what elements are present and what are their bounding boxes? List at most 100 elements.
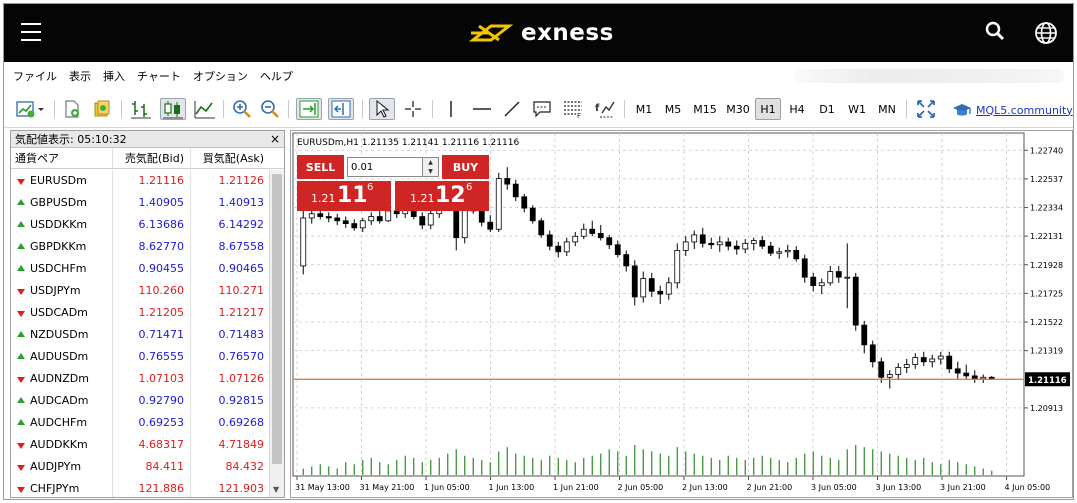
candle-body <box>351 223 358 229</box>
header-bid[interactable]: 売気配(Bid) <box>113 148 191 168</box>
candle-body <box>750 240 757 244</box>
candle-body <box>572 235 579 243</box>
close-icon[interactable]: × <box>270 131 280 148</box>
arrow-up-icon <box>17 265 25 271</box>
market-watch-row[interactable]: USDCADm 1.21205 1.21217 <box>11 302 271 324</box>
market-watch-row[interactable]: AUDNZDm 1.07103 1.07126 <box>11 368 271 390</box>
chevron-up-icon[interactable]: ▲ <box>423 158 438 167</box>
market-watch-row[interactable]: AUDDKKm 4.68317 4.71849 <box>11 434 271 456</box>
bar-chart-button[interactable] <box>128 98 154 120</box>
trendline-button[interactable] <box>500 98 524 120</box>
candlestick-chart-button[interactable] <box>160 98 186 120</box>
ask-cell: 4.71849 <box>218 438 265 451</box>
timeframe-m1[interactable]: M1 <box>631 98 657 120</box>
mql5-community-link[interactable]: MQL5.community <box>952 102 1073 118</box>
sell-price-button[interactable]: 1.21 11 6 <box>297 181 391 211</box>
timeframe-m30[interactable]: M30 <box>722 98 754 120</box>
candle-body <box>920 357 927 363</box>
market-watch-row[interactable]: USDJPYm 110.260 110.271 <box>11 280 271 302</box>
market-watch-row[interactable]: CHFJPYm 121.886 121.903 <box>11 478 271 497</box>
symbol-cell: GBPUSDm <box>11 192 113 214</box>
top-bar: exness <box>4 4 1073 62</box>
chart-shift-button[interactable] <box>328 98 354 120</box>
crosshair-tool-button[interactable] <box>400 98 426 120</box>
y-tick-label: 1.22537 <box>1030 175 1063 184</box>
bid-cell: 0.92790 <box>113 390 191 412</box>
brand-name: exness <box>521 20 614 46</box>
chevron-down-icon[interactable]: ▼ <box>423 167 438 176</box>
menu-options[interactable]: オプション <box>193 68 248 84</box>
market-watch-row[interactable]: AUDJPYm 84.411 84.432 <box>11 456 271 478</box>
menu-chart[interactable]: チャート <box>137 68 181 84</box>
hamburger-menu-icon[interactable] <box>21 23 41 41</box>
market-watch-row[interactable]: USDDKKm 6.13686 6.14292 <box>11 214 271 236</box>
market-watch-row[interactable]: EURUSDm 1.21116 1.21126 <box>11 170 271 192</box>
indicators-button[interactable]: f <box>592 98 618 120</box>
zoom-in-button[interactable] <box>230 98 254 120</box>
market-watch-scrollbar[interactable]: ▼ <box>269 170 284 497</box>
horizontal-line-button[interactable] <box>470 98 494 120</box>
arrow-down-icon <box>17 465 25 471</box>
lot-stepper[interactable]: ▲ ▼ <box>422 157 439 177</box>
market-watch-row[interactable]: GBPUSDm 1.40905 1.40913 <box>11 192 271 214</box>
menu-help[interactable]: ヘルプ <box>260 68 293 84</box>
candle-body <box>665 282 672 295</box>
scroll-down-icon[interactable]: ▼ <box>273 485 279 494</box>
buy-price-fraction: 6 <box>466 182 473 193</box>
market-watch-row[interactable]: AUDCHFm 0.69253 0.69268 <box>11 412 271 434</box>
fullscreen-button[interactable] <box>914 98 938 120</box>
globe-icon[interactable] <box>1034 21 1058 45</box>
mql5-community-label[interactable]: MQL5.community <box>976 104 1073 117</box>
timeframe-m5[interactable]: M5 <box>660 98 686 120</box>
menu-file[interactable]: ファイル <box>13 68 57 84</box>
horizontal-line-icon <box>473 108 491 110</box>
market-watch-row[interactable]: AUDUSDm 0.76555 0.76570 <box>11 346 271 368</box>
market-watch-row[interactable]: AUDCADm 0.92790 0.92815 <box>11 390 271 412</box>
timeframe-mn[interactable]: MN <box>874 98 900 120</box>
buy-price-button[interactable]: 1.21 12 6 <box>395 181 489 211</box>
arrow-down-icon <box>17 179 25 185</box>
vertical-line-icon <box>450 101 452 117</box>
scrollbar-thumb[interactable] <box>272 174 282 464</box>
candle-body <box>725 241 732 247</box>
svg-text:f: f <box>595 103 600 114</box>
fibonacci-button[interactable]: F <box>560 98 586 120</box>
timeframe-h4[interactable]: H4 <box>784 98 810 120</box>
candle-body <box>640 278 647 298</box>
auto-scroll-button[interactable] <box>296 98 322 120</box>
fibonacci-grid-icon: F <box>564 101 582 119</box>
candle-body <box>827 271 834 284</box>
arrow-up-icon <box>17 243 25 249</box>
header-symbol[interactable]: 通貨ペア <box>11 148 113 168</box>
chart-window[interactable]: 1.22740 1.22537 1.22334 1.22131 1.21928 1.217… <box>290 130 1073 498</box>
search-icon[interactable] <box>984 20 1006 42</box>
menu-view[interactable]: 表示 <box>69 68 91 84</box>
new-chart-button[interactable] <box>12 98 48 120</box>
vertical-line-button[interactable] <box>440 98 462 120</box>
lot-size-input[interactable] <box>347 157 423 177</box>
sell-button[interactable]: SELL <box>297 155 344 179</box>
header-ask[interactable]: 買気配(Ask) <box>191 148 270 168</box>
templates-button[interactable] <box>90 98 114 120</box>
market-watch-row[interactable]: USDCHFm 0.90455 0.90465 <box>11 258 271 280</box>
menu-insert[interactable]: 挿入 <box>103 68 125 84</box>
ask-cell: 0.90465 <box>218 262 265 275</box>
profiles-button[interactable] <box>60 98 84 120</box>
candle-body <box>869 344 876 363</box>
timeframe-h1[interactable]: H1 <box>755 98 781 120</box>
zoom-out-button[interactable] <box>258 98 282 120</box>
cursor-tool-button[interactable] <box>369 98 395 120</box>
arrow-down-icon <box>17 443 25 449</box>
candle-body <box>708 242 715 246</box>
candle-body <box>682 241 689 251</box>
text-label-button[interactable] <box>530 98 554 120</box>
market-watch-row[interactable]: GBPDKKm 8.62770 8.67558 <box>11 236 271 258</box>
timeframe-w1[interactable]: W1 <box>844 98 870 120</box>
line-chart-button[interactable] <box>192 98 218 120</box>
x-tick-label: 3 Jun 21:00 <box>940 483 986 492</box>
market-watch-row[interactable]: NZDUSDm 0.71471 0.71483 <box>11 324 271 346</box>
buy-button[interactable]: BUY <box>442 155 489 179</box>
timeframe-m15[interactable]: M15 <box>689 98 721 120</box>
candle-body <box>648 278 655 292</box>
timeframe-d1[interactable]: D1 <box>814 98 840 120</box>
